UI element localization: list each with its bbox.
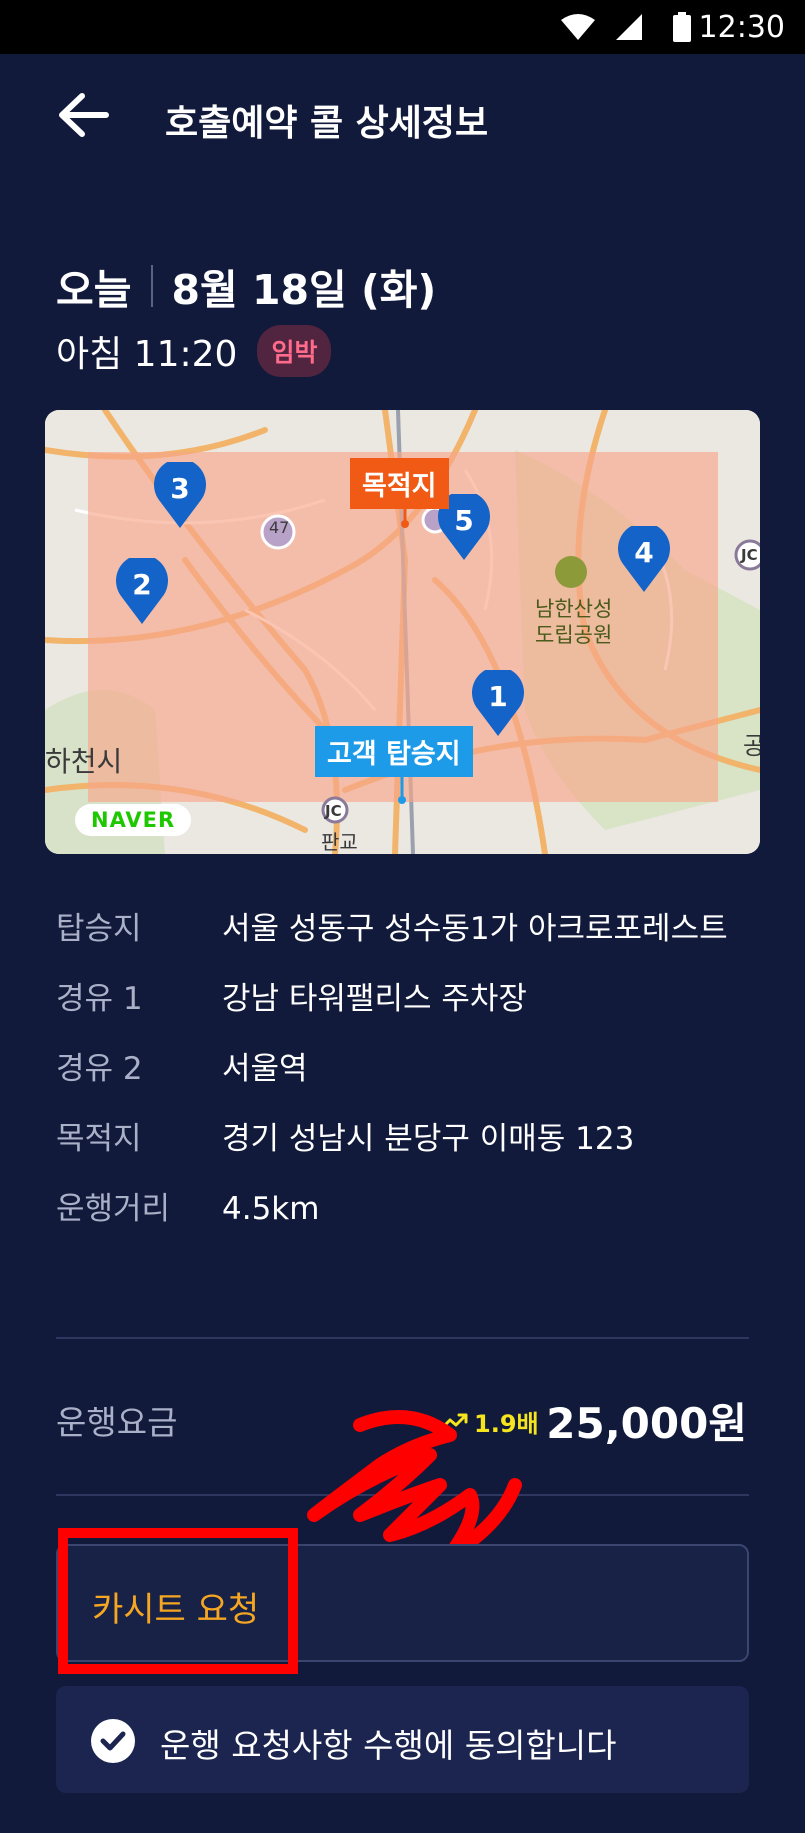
check-icon[interactable] bbox=[91, 1719, 135, 1763]
page-title: 호출예약 콜 상세정보 bbox=[165, 103, 489, 144]
pickup-marker-stem bbox=[398, 770, 406, 804]
pin-number: 2 bbox=[132, 568, 152, 601]
info-row-waypoint-1: 경유 1 강남 타워팰리스 주차장 bbox=[56, 975, 756, 1023]
reservation-time-text: 아침 11:20 bbox=[56, 334, 238, 375]
info-row-pickup: 탑승지 서울 성동구 성수동1가 아크로포레스트 bbox=[56, 905, 756, 953]
waypoint-1-value: 강남 타워팰리스 주차장 bbox=[222, 981, 527, 1017]
reservation-day: 오늘 bbox=[56, 266, 132, 314]
jc-label: JC bbox=[325, 802, 342, 820]
status-time: 12:30 bbox=[698, 10, 785, 45]
signal-icon bbox=[616, 14, 642, 40]
waypoint-pin-1[interactable]: 1 bbox=[471, 670, 525, 738]
waypoint-1-label: 경유 1 bbox=[56, 981, 143, 1017]
park-label: 남한산성 도립공원 bbox=[535, 596, 612, 648]
park-label-line1: 남한산성 bbox=[535, 597, 613, 621]
map-provider-logo: NAVER bbox=[75, 804, 192, 836]
waypoint-2-label: 경유 2 bbox=[56, 1051, 143, 1087]
info-row-waypoint-2: 경유 2 서울역 bbox=[56, 1045, 756, 1093]
fare-amount: 25,000원 bbox=[546, 1399, 747, 1448]
destination-marker-stem bbox=[401, 502, 409, 528]
highlight-annotation-box bbox=[58, 1528, 298, 1674]
info-row-destination: 목적지 경기 성남시 분당구 이매동 123 bbox=[56, 1115, 756, 1163]
reservation-date-text: 8월 18일 (화) bbox=[171, 266, 437, 314]
divider-top bbox=[56, 1337, 749, 1339]
reservation-date: 오늘 8월 18일 (화) bbox=[56, 256, 436, 316]
waypoint-2-value: 서울역 bbox=[222, 1051, 308, 1087]
destination-value: 경기 성남시 분당구 이매동 123 bbox=[222, 1121, 635, 1157]
urgent-badge: 임박 bbox=[257, 325, 332, 377]
road-number-label: 47 bbox=[269, 518, 290, 537]
wifi-icon bbox=[561, 14, 595, 40]
pickup-label: 탑승지 bbox=[56, 911, 142, 947]
edge-label: 공 bbox=[743, 732, 760, 760]
trip-info: 탑승지 서울 성동구 성수동1가 아크로포레스트 경유 1 강남 타워팰리스 주… bbox=[56, 905, 756, 1255]
waypoint-pin-3[interactable]: 3 bbox=[153, 462, 207, 530]
destination-label: 목적지 bbox=[56, 1121, 142, 1157]
waypoint-pin-2[interactable]: 2 bbox=[115, 558, 169, 626]
fare-label: 운행요금 bbox=[56, 1403, 178, 1442]
waypoint-pin-4[interactable]: 4 bbox=[617, 526, 671, 594]
pin-number: 4 bbox=[634, 536, 654, 569]
status-bar: 12:30 bbox=[0, 0, 805, 54]
reservation-time: 아침 11:20 임박 bbox=[56, 325, 332, 377]
date-separator bbox=[151, 265, 154, 307]
info-row-distance: 운행거리 4.5km bbox=[56, 1185, 756, 1233]
pin-number: 1 bbox=[488, 680, 508, 713]
pickup-marker[interactable]: 고객 탑승지 bbox=[315, 726, 473, 777]
agreement-checkbox[interactable]: 운행 요청사항 수행에 동의합니다 bbox=[56, 1686, 749, 1793]
back-arrow-icon[interactable] bbox=[56, 90, 112, 140]
pickup-value: 서울 성동구 성수동1가 아크로포레스트 bbox=[222, 911, 728, 947]
park-label-line2: 도립공원 bbox=[535, 623, 613, 647]
battery-icon bbox=[673, 12, 691, 42]
jc-label-right: JC bbox=[741, 546, 758, 564]
route-map[interactable]: 47 JC JC 판교 남한산성 도립공원 하천시 공 3 2 5 4 1 목적… bbox=[45, 410, 760, 854]
distance-value: 4.5km bbox=[222, 1191, 320, 1227]
agreement-label: 운행 요청사항 수행에 동의합니다 bbox=[160, 1726, 617, 1765]
city-label: 하천시 bbox=[45, 745, 123, 778]
pangyo-label: 판교 bbox=[321, 830, 358, 854]
app-header: 호출예약 콜 상세정보 bbox=[0, 54, 805, 174]
distance-label: 운행거리 bbox=[56, 1191, 171, 1227]
pin-number: 3 bbox=[170, 472, 190, 505]
